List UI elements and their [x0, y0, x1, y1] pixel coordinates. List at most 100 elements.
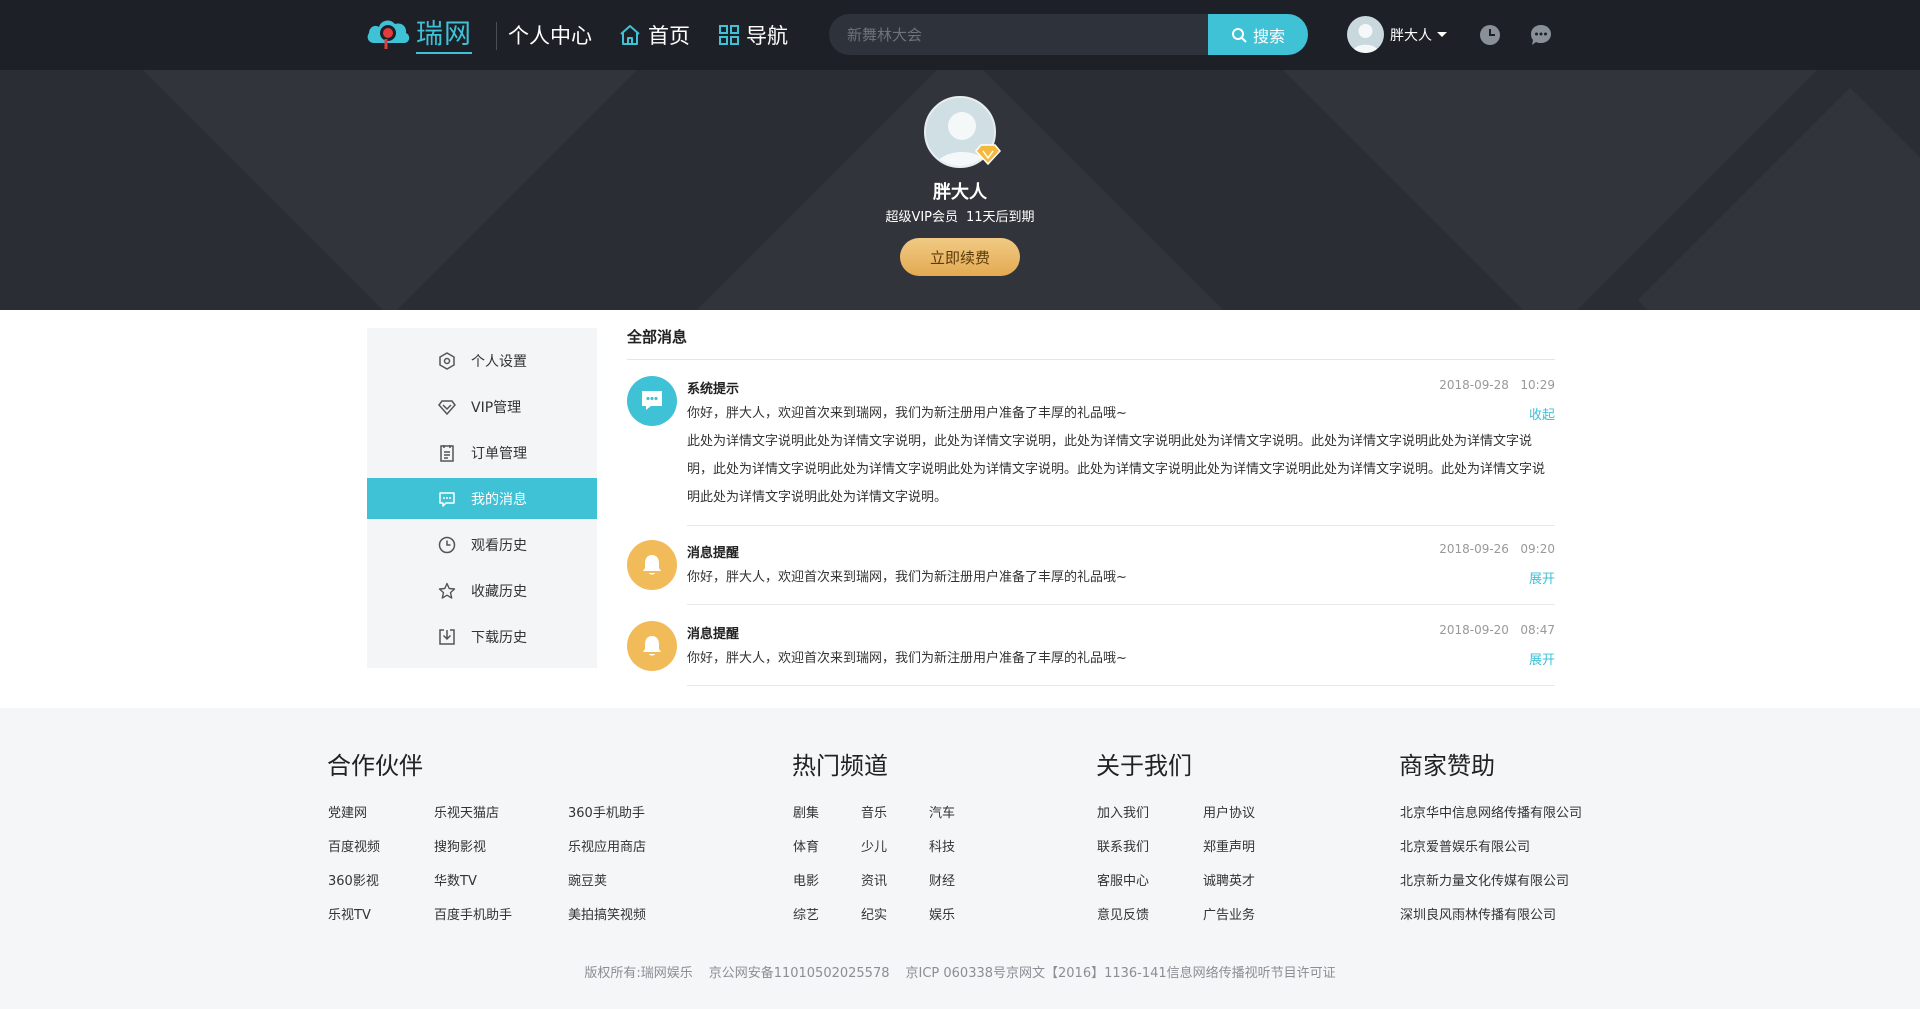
footer-about-title: 关于我们 — [1096, 752, 1192, 780]
message-item: 系统提示 2018-09-28 10:29 你好，胖大人，欢迎首次来到瑞网，我们… — [627, 376, 1555, 516]
footer-link[interactable]: 少儿 — [861, 836, 887, 855]
sidebar-item-vip[interactable]: VIP管理 — [367, 386, 597, 427]
sidebar-item-label: 下载历史 — [471, 629, 527, 646]
user-name: 胖大人 — [1390, 27, 1432, 44]
vip-diamond-icon — [975, 142, 1001, 166]
logo-cloud-icon — [366, 13, 412, 53]
message-time: 08:47 — [1520, 623, 1555, 637]
chevron-down-icon — [1437, 32, 1447, 37]
sidebar-item-label: 我的消息 — [471, 491, 527, 508]
profile-banner: 胖大人 超级VIP会员 11天后到期 立即续费 — [0, 70, 1920, 310]
footer-link[interactable]: 诚聘英才 — [1203, 870, 1255, 889]
footer-link[interactable]: 用户协议 — [1203, 802, 1255, 821]
footer-link[interactable]: 360影视 — [328, 870, 379, 889]
footer-link[interactable]: 北京新力量文化传媒有限公司 — [1400, 870, 1569, 889]
footer-link[interactable]: 汽车 — [929, 802, 955, 821]
footer-link[interactable]: 综艺 — [793, 904, 819, 923]
footer-link[interactable]: 北京华中信息网络传播有限公司 — [1400, 802, 1582, 821]
footer-link[interactable]: 百度手机助手 — [434, 904, 512, 923]
footer-link[interactable]: 娱乐 — [929, 904, 955, 923]
footer-link[interactable]: 纪实 — [861, 904, 887, 923]
history-clock-icon[interactable] — [1479, 24, 1501, 46]
sidebar-item-messages[interactable]: 我的消息 — [367, 478, 597, 519]
download-icon — [437, 627, 457, 647]
footer-link[interactable]: 资讯 — [861, 870, 887, 889]
footer-partners-title: 合作伙伴 — [327, 752, 423, 780]
settings-icon — [437, 351, 457, 371]
footer-link[interactable]: 广告业务 — [1203, 904, 1255, 923]
search-button-label: 搜索 — [1252, 26, 1285, 46]
message-type: 消息提醒 — [687, 627, 740, 642]
sidebar-item-orders[interactable]: 订单管理 — [367, 432, 597, 473]
copyright-text: 版权所有:瑞网娱乐 — [584, 966, 693, 981]
avatar — [1347, 16, 1384, 53]
star-icon — [437, 581, 457, 601]
renew-button[interactable]: 立即续费 — [900, 238, 1020, 276]
message-date: 2018-09-20 — [1439, 623, 1509, 637]
sidebar-item-watch-history[interactable]: 观看历史 — [367, 524, 597, 565]
message-time: 09:20 — [1520, 542, 1555, 556]
footer-link[interactable]: 科技 — [929, 836, 955, 855]
search-button[interactable]: 搜索 — [1208, 14, 1308, 55]
footer-link[interactable]: 360手机助手 — [568, 802, 645, 821]
top-navigation-bar: 瑞网 个人中心 首页 导航 搜索 胖大人 — [0, 0, 1920, 70]
message-text: 你好，胖大人，欢迎首次来到瑞网，我们为新注册用户准备了丰厚的礼品哦~ — [687, 570, 1127, 585]
sidebar-item-label: VIP管理 — [471, 399, 522, 416]
footer-channels-title: 热门频道 — [792, 752, 888, 780]
footer-link[interactable]: 北京爱普娱乐有限公司 — [1400, 836, 1530, 855]
footer-link[interactable]: 百度视频 — [328, 836, 380, 855]
message-date: 2018-09-26 — [1439, 542, 1509, 556]
footer-link[interactable]: 客服中心 — [1097, 870, 1149, 889]
message-divider — [687, 604, 1555, 605]
header-divider — [496, 22, 497, 50]
site-logo[interactable]: 瑞网 — [366, 12, 472, 54]
footer-sponsors-title: 商家赞助 — [1399, 752, 1495, 780]
nav-home-label: 首页 — [648, 24, 690, 48]
site-footer: 合作伙伴 党建网 乐视天猫店 360手机助手 百度视频 搜狗影视 乐视应用商店 … — [0, 708, 1920, 1009]
footer-link[interactable]: 联系我们 — [1097, 836, 1149, 855]
message-timestamp: 2018-09-20 08:47 — [1439, 623, 1555, 637]
expand-link[interactable]: 展开 — [1529, 568, 1555, 587]
footer-link[interactable]: 财经 — [929, 870, 955, 889]
membership-level: 超级VIP会员 — [885, 210, 959, 225]
user-menu[interactable]: 胖大人 — [1347, 16, 1447, 53]
footer-link[interactable]: 华数TV — [434, 870, 477, 889]
footer-link[interactable]: 乐视应用商店 — [568, 836, 646, 855]
search-input[interactable] — [829, 14, 1209, 55]
footer-link[interactable]: 剧集 — [793, 802, 819, 821]
message-text: 你好，胖大人，欢迎首次来到瑞网，我们为新注册用户准备了丰厚的礼品哦~ — [687, 406, 1127, 421]
police-record-text: 京公网安备11010502025578 — [708, 966, 890, 981]
footer-link[interactable]: 加入我们 — [1097, 802, 1149, 821]
order-icon — [437, 443, 457, 463]
expand-link[interactable]: 展开 — [1529, 649, 1555, 668]
footer-link[interactable]: 搜狗影视 — [434, 836, 486, 855]
footer-link[interactable]: 乐视天猫店 — [434, 802, 499, 821]
footer-link[interactable]: 郑重声明 — [1203, 836, 1255, 855]
message-type: 系统提示 — [687, 382, 740, 397]
footer-link[interactable]: 音乐 — [861, 802, 887, 821]
vip-diamond-icon — [437, 397, 457, 417]
sidebar-item-settings[interactable]: 个人设置 — [367, 340, 597, 381]
sidebar-item-favorites[interactable]: 收藏历史 — [367, 570, 597, 611]
footer-link[interactable]: 体育 — [793, 836, 819, 855]
nav-guide-link[interactable]: 导航 — [718, 20, 788, 50]
sidebar-item-downloads[interactable]: 下载历史 — [367, 616, 597, 657]
message-timestamp: 2018-09-26 09:20 — [1439, 542, 1555, 556]
footer-link[interactable]: 美拍搞笑视频 — [568, 904, 646, 923]
sidebar-item-label: 收藏历史 — [471, 583, 527, 600]
nav-home-link[interactable]: 首页 — [618, 20, 690, 50]
message-icon — [437, 489, 457, 509]
footer-link[interactable]: 意见反馈 — [1097, 904, 1149, 923]
footer-link[interactable]: 豌豆荚 — [568, 870, 607, 889]
footer-link[interactable]: 电影 — [793, 870, 819, 889]
message-divider — [687, 685, 1555, 686]
footer-link[interactable]: 乐视TV — [328, 904, 371, 923]
footer-link[interactable]: 深圳良风雨林传播有限公司 — [1400, 904, 1556, 923]
chat-bubble-icon — [627, 376, 677, 426]
message-date: 2018-09-28 — [1439, 378, 1509, 392]
sidebar-item-label: 个人设置 — [471, 353, 527, 370]
message-text: 你好，胖大人，欢迎首次来到瑞网，我们为新注册用户准备了丰厚的礼品哦~ — [687, 651, 1127, 666]
message-bubble-icon[interactable] — [1530, 24, 1552, 46]
footer-link[interactable]: 党建网 — [328, 802, 367, 821]
collapse-link[interactable]: 收起 — [1529, 404, 1555, 423]
